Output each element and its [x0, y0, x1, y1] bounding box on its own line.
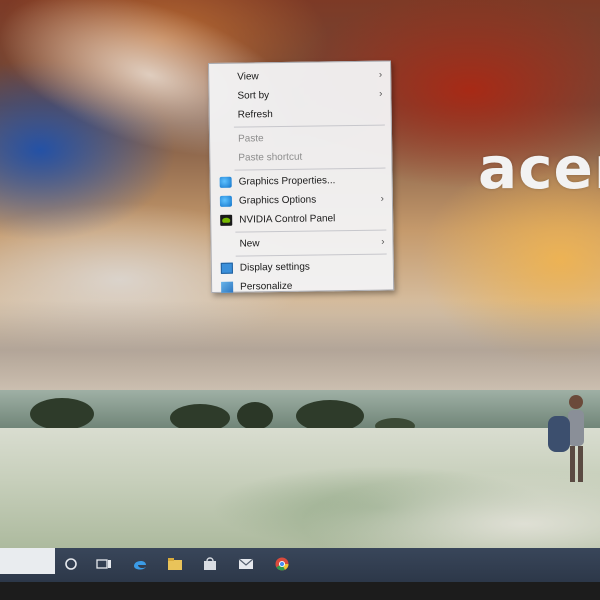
menu-item-display-settings[interactable]: Display settings [212, 256, 393, 278]
menu-item-graphics-options[interactable]: Graphics Options › [211, 189, 392, 211]
wallpaper-cloud-low [0, 300, 600, 400]
search-circle-icon[interactable] [63, 557, 79, 571]
monitor-bezel [0, 582, 600, 600]
personalize-icon [221, 281, 234, 293]
task-view-icon[interactable] [96, 557, 112, 571]
menu-item-label: Personalize [240, 280, 293, 293]
menu-item-nvidia-control-panel[interactable]: NVIDIA Control Panel [211, 208, 392, 230]
taskbar [0, 548, 600, 586]
chevron-right-icon: › [381, 236, 385, 248]
intel-graphics-icon [219, 195, 233, 207]
desktop-screen: acer View › Sort by › Refresh Paste Past… [0, 0, 600, 600]
menu-item-view[interactable]: View › [209, 65, 390, 87]
brand-logo: acer [478, 134, 600, 202]
menu-item-new[interactable]: New › [211, 232, 392, 254]
menu-item-paste-shortcut[interactable]: Paste shortcut [210, 146, 391, 168]
chrome-icon[interactable] [274, 557, 290, 571]
menu-item-label: Graphics Options [238, 194, 317, 207]
chevron-right-icon: › [378, 69, 383, 81]
menu-item-refresh[interactable]: Refresh [210, 103, 391, 125]
intel-graphics-icon [219, 176, 232, 188]
menu-item-label: Refresh [237, 109, 273, 121]
menu-item-paste[interactable]: Paste [210, 127, 391, 149]
menu-item-personalize[interactable]: Personalize [212, 275, 393, 297]
display-icon [220, 262, 233, 274]
menu-item-label: Graphics Properties... [238, 175, 336, 188]
mail-icon[interactable] [238, 557, 254, 571]
desktop-context-menu: View › Sort by › Refresh Paste Paste sho… [208, 60, 395, 293]
menu-item-sort-by[interactable]: Sort by › [209, 84, 390, 106]
menu-item-label: Display settings [239, 261, 310, 274]
chevron-right-icon: › [380, 193, 384, 205]
menu-item-label: Paste [237, 133, 264, 145]
start-search-area[interactable] [0, 548, 55, 574]
menu-item-label: View [237, 71, 259, 83]
store-icon[interactable] [202, 557, 218, 571]
nvidia-icon [220, 214, 233, 226]
chevron-right-icon: › [379, 88, 383, 100]
wallpaper-hiker [548, 395, 584, 482]
edge-icon[interactable] [132, 557, 148, 571]
menu-item-label: NVIDIA Control Panel [239, 213, 336, 226]
menu-item-label: Paste shortcut [238, 151, 303, 164]
menu-item-graphics-properties[interactable]: Graphics Properties... [211, 170, 392, 192]
file-explorer-icon[interactable] [167, 557, 183, 571]
menu-item-label: New [239, 238, 260, 250]
menu-item-label: Sort by [237, 90, 270, 102]
